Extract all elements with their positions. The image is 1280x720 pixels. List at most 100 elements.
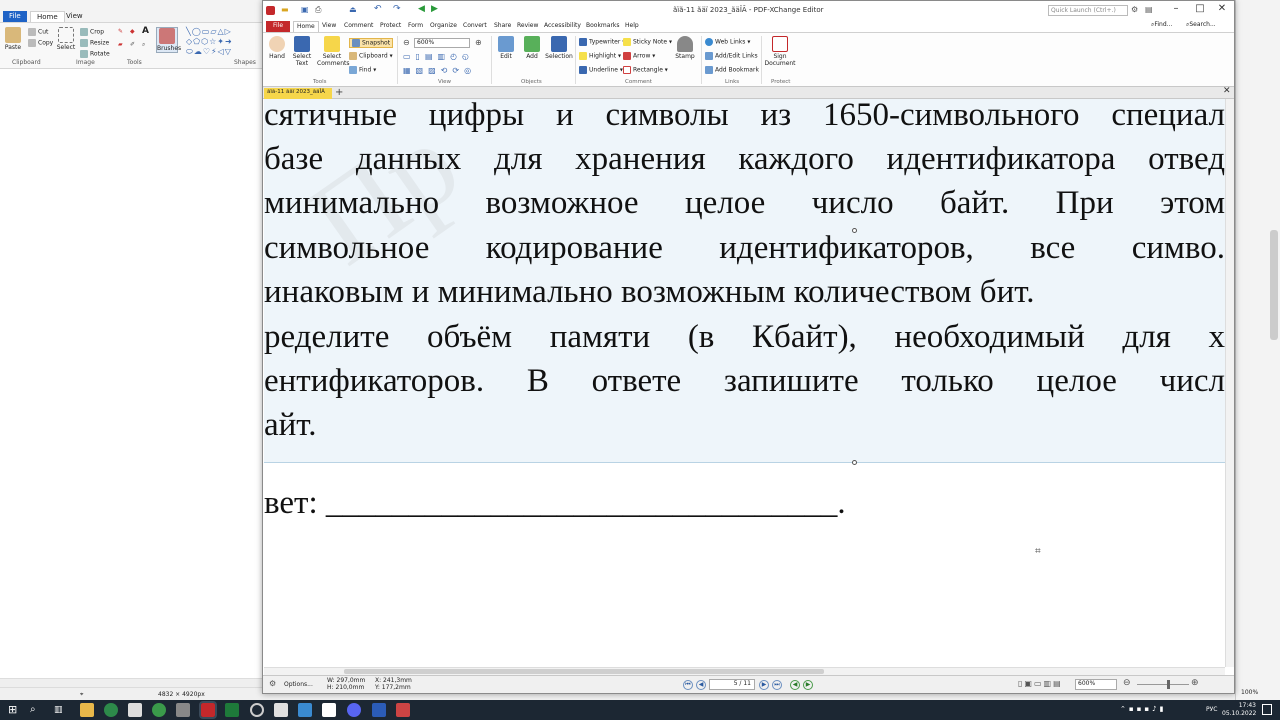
system-tray-icons[interactable]: ⌃▪▪▪♪▮ (1120, 705, 1200, 715)
eraser-icon[interactable]: ▰ (118, 41, 123, 48)
new-tab-icon[interactable]: + (335, 87, 343, 98)
tab-organize[interactable]: Organize (427, 21, 460, 32)
arrow-button[interactable]: Arrow ▾ (623, 52, 655, 60)
stamp-button[interactable]: Stamp (673, 36, 697, 60)
quick-launch-input[interactable]: Quick Launch (Ctrl+.) (1048, 5, 1128, 16)
web-links-button[interactable]: Web Links ▾ (705, 38, 750, 46)
clipboard-button[interactable]: Clipboard ▾ (349, 52, 393, 60)
status-zoom-select[interactable]: 600% (1075, 679, 1117, 690)
windows-start-icon[interactable]: ⊞ (8, 703, 22, 717)
page-layout-icons[interactable]: ▭▯▤▥◴◵ (403, 52, 474, 61)
magnifier-icon[interactable]: ⌕ (142, 41, 145, 49)
paint-canvas[interactable] (0, 70, 262, 678)
file-explorer-icon[interactable] (80, 703, 94, 717)
next-page-icon[interactable]: ▶ (759, 680, 769, 690)
selection-handle[interactable] (852, 228, 857, 233)
paint-select-button[interactable]: Select (56, 27, 76, 51)
save-icon[interactable]: ▣ (301, 5, 309, 14)
notepad-icon[interactable] (128, 703, 142, 717)
tab-help[interactable]: Help (622, 21, 642, 32)
minimize-button[interactable]: – (1163, 3, 1189, 17)
close-document-icon[interactable]: ✕ (1223, 86, 1231, 96)
notifications-icon[interactable] (1262, 704, 1272, 715)
selection-handle[interactable] (852, 460, 857, 465)
select-comments-button[interactable]: Select Comments (317, 36, 350, 67)
paint-brushes-button[interactable]: Brushes (156, 27, 181, 53)
page-mode-icons[interactable]: ▯▣▭▥▤ (1018, 679, 1063, 688)
app-icon[interactable] (176, 703, 190, 717)
sign-document-button[interactable]: Sign Document (763, 36, 797, 67)
paint-horizontal-scrollbar[interactable] (0, 678, 262, 687)
taskbar-search-icon[interactable]: ⌕ (30, 703, 44, 717)
search-button[interactable]: ⌕Search... (1183, 20, 1219, 31)
find-tool-button[interactable]: Find ▾ (349, 66, 376, 74)
select-text-button[interactable]: Select Text (291, 36, 313, 67)
tab-form[interactable]: Form (405, 21, 426, 32)
ribbon-toggle-icon[interactable]: ▤ (1145, 5, 1153, 14)
paint-cut-button[interactable]: Cut (28, 28, 48, 36)
forward-icon[interactable]: ▶ (431, 4, 438, 14)
browser-icon[interactable] (152, 703, 166, 717)
tab-convert[interactable]: Convert (460, 21, 490, 32)
tab-protect[interactable]: Protect (377, 21, 404, 32)
snapshot-button[interactable]: Snapshot (349, 38, 394, 48)
paint-copy-button[interactable]: Copy (28, 39, 53, 47)
hand-tool-button[interactable]: Hand (267, 36, 287, 60)
pdf-xchange-taskbar-icon[interactable] (199, 701, 217, 719)
last-page-icon[interactable]: ⏭ (772, 680, 782, 690)
undo-icon[interactable]: ↶ (374, 4, 382, 14)
picker-icon[interactable]: ✐ (130, 41, 135, 48)
back-view-icon[interactable]: ◀ (790, 680, 800, 690)
paint-rotate-button[interactable]: Rotate (80, 50, 110, 58)
zoom-out-icon[interactable]: ⊖ (403, 38, 410, 47)
page-number-field[interactable]: 5 / 11 (709, 679, 755, 690)
sticky-note-button[interactable]: Sticky Note ▾ (623, 38, 672, 46)
open-folder-icon[interactable]: ▬ (281, 5, 289, 14)
text-icon[interactable]: A (142, 26, 149, 36)
tab-comment[interactable]: Comment (341, 21, 376, 32)
word-icon[interactable] (372, 703, 386, 717)
add-edit-links-button[interactable]: Add/Edit Links (705, 52, 758, 60)
options-button[interactable]: Options... (284, 681, 313, 688)
app-icon[interactable] (298, 703, 312, 717)
view-rotate-icons[interactable]: ▦▧▨⟲⟳◎ (403, 66, 476, 75)
document-view[interactable]: Пр сятичные цифры и символы из 1650-симв… (264, 99, 1225, 667)
app-icon[interactable] (396, 703, 410, 717)
clock-app-icon[interactable] (250, 703, 264, 717)
selection-button[interactable]: Selection (545, 36, 573, 60)
first-page-icon[interactable]: ⏮ (683, 680, 693, 690)
settings-gear-icon[interactable]: ⚙ (1131, 5, 1138, 14)
pencil-icon[interactable]: ✎ (118, 28, 123, 35)
redo-icon[interactable]: ↷ (393, 4, 401, 14)
paint-resize-button[interactable]: Resize (80, 39, 109, 47)
tab-view[interactable]: View (319, 21, 339, 32)
status-zoom-out-icon[interactable]: ⊖ (1123, 678, 1131, 688)
taskbar-clock[interactable]: 17:43 05.10.2022 (1222, 702, 1256, 718)
paint-tab-file[interactable]: File (3, 11, 27, 22)
fill-icon[interactable]: ◆ (130, 28, 135, 35)
shapes-gallery[interactable]: ╲◯▭▱△▷ ◇⬠⬡☆✦➜ ⬭☁♡⚡◁▽ (186, 27, 233, 57)
discord-icon[interactable] (347, 703, 361, 717)
print-icon[interactable]: ⎙ (315, 5, 321, 15)
zoom-in-icon[interactable]: ⊕ (475, 38, 482, 47)
back-icon[interactable]: ◀ (418, 4, 425, 14)
highlight-button[interactable]: Highlight ▾ (579, 52, 621, 60)
tab-file[interactable]: File (266, 21, 290, 32)
zoom-slider[interactable] (1137, 684, 1189, 685)
rectangle-button[interactable]: Rectangle ▾ (623, 66, 668, 74)
paint-tab-view[interactable]: View (60, 11, 89, 22)
chrome-icon[interactable] (104, 703, 118, 717)
document-vertical-scrollbar[interactable] (1225, 99, 1234, 667)
add-bookmark-button[interactable]: Add Bookmark (705, 66, 759, 74)
status-zoom-in-icon[interactable]: ⊕ (1191, 678, 1199, 688)
app-icon[interactable] (322, 703, 336, 717)
paint-paste-button[interactable]: Paste (4, 27, 22, 51)
background-scrollbar-thumb[interactable] (1270, 230, 1278, 340)
zoom-slider-thumb[interactable] (1167, 680, 1170, 689)
previous-page-icon[interactable]: ◀ (696, 680, 706, 690)
tab-share[interactable]: Share (491, 21, 514, 32)
document-horizontal-scrollbar[interactable] (264, 667, 1225, 675)
horizontal-scroll-thumb[interactable] (344, 669, 824, 674)
edit-button[interactable]: Edit (495, 36, 517, 60)
paint-crop-button[interactable]: Crop (80, 28, 104, 36)
